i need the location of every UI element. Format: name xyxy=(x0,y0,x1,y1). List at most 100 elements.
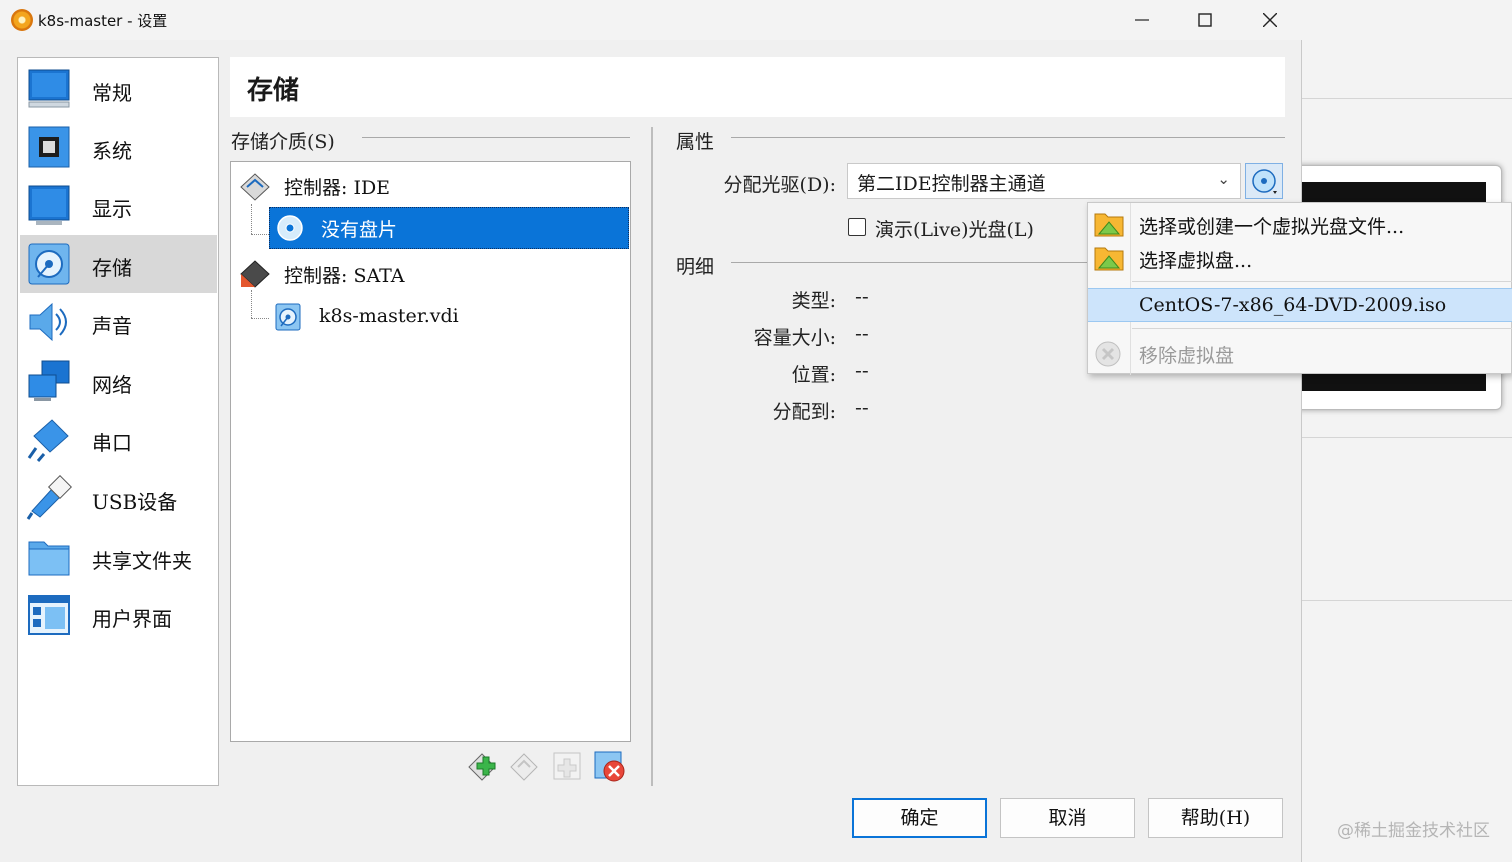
minimize-button[interactable] xyxy=(1110,0,1174,40)
section-separator xyxy=(731,137,1285,138)
ok-button[interactable]: 确定 xyxy=(852,798,987,838)
general-icon xyxy=(28,69,70,108)
window-title: k8s-master - 设置 xyxy=(38,12,168,30)
sidebar-item-usb[interactable]: USB设备 xyxy=(20,469,217,527)
tree-connector xyxy=(251,318,269,319)
menu-separator xyxy=(1132,328,1512,329)
help-button[interactable]: 帮助(H) xyxy=(1148,798,1283,838)
remove-disc-icon xyxy=(1095,341,1121,367)
sidebar-item-audio[interactable]: 声音 xyxy=(20,293,217,351)
attached-to-label: 分配到: xyxy=(772,401,836,423)
sidebar-item-label: 显示 xyxy=(92,197,132,221)
background-preview-screen xyxy=(1301,371,1486,391)
minimize-icon xyxy=(1135,19,1149,21)
background-window xyxy=(1300,0,1512,862)
usb-icon xyxy=(26,475,72,520)
sidebar-item-network[interactable]: 网络 xyxy=(20,352,217,410)
sidebar-item-label: 存储 xyxy=(92,256,132,280)
add-attachment-icon[interactable] xyxy=(550,749,584,783)
tree-item-vdi[interactable]: k8s-master.vdi xyxy=(319,305,459,327)
background-divider xyxy=(1300,600,1512,601)
tree-controller-ide[interactable]: 控制器: IDE xyxy=(284,173,390,200)
storage-media-label: 存储介质(S) xyxy=(231,131,335,153)
system-icon xyxy=(28,126,70,168)
cancel-button[interactable]: 取消 xyxy=(1000,798,1135,838)
background-divider xyxy=(1300,98,1512,99)
type-label: 类型: xyxy=(791,290,836,312)
folder-disc-icon xyxy=(1094,213,1124,237)
menu-item-label: CentOS-7-x86_64-DVD-2009.iso xyxy=(1139,294,1447,316)
disc-context-menu: 选择或创建一个虚拟光盘文件... 选择虚拟盘... CentOS-7-x86_6… xyxy=(1087,202,1512,375)
menu-item-label: 选择虚拟盘... xyxy=(1139,250,1253,272)
choose-disc-button[interactable] xyxy=(1245,163,1283,199)
remove-controller-icon[interactable] xyxy=(508,749,542,783)
serial-port-icon xyxy=(27,419,69,462)
section-separator xyxy=(362,137,630,138)
user-interface-icon xyxy=(28,595,70,635)
sidebar-item-label: 共享文件夹 xyxy=(92,549,192,573)
sidebar-item-serial-port[interactable]: 串口 xyxy=(20,410,217,468)
optical-drive-label: 分配光驱(D): xyxy=(723,174,836,196)
storage-tree[interactable]: 控制器: IDE 没有盘片 控制器: SATA k8s-master.vdi xyxy=(230,161,631,742)
optical-disc-icon xyxy=(1252,169,1277,194)
settings-sidebar: 常规 系统 显示 存储 声音 网络 串口 USB设备 共享文件夹 用户界面 xyxy=(17,57,219,786)
add-controller-icon[interactable] xyxy=(466,749,500,783)
sidebar-item-label: 声音 xyxy=(92,314,132,338)
tree-connector xyxy=(251,290,252,318)
title-bar: k8s-master - 设置 xyxy=(0,0,1302,40)
sidebar-item-label: 串口 xyxy=(92,431,132,455)
tree-item-label: 没有盘片 xyxy=(321,219,398,241)
ide-controller-icon xyxy=(240,173,270,201)
optical-drive-value: 第二IDE控制器主通道 xyxy=(857,173,1046,195)
tree-connector xyxy=(251,234,269,235)
live-cd-label: 演示(Live)光盘(L) xyxy=(875,219,1034,241)
sidebar-item-label: 常规 xyxy=(92,81,132,105)
sidebar-item-user-interface[interactable]: 用户界面 xyxy=(20,586,217,644)
attached-to-value: -- xyxy=(855,397,869,419)
information-label: 明细 xyxy=(676,256,715,278)
location-value: -- xyxy=(855,360,869,382)
sidebar-item-storage[interactable]: 存储 xyxy=(20,235,217,293)
sidebar-item-label: 网络 xyxy=(92,373,132,397)
menu-item-label: 选择或创建一个虚拟光盘文件... xyxy=(1139,216,1405,238)
settings-dialog: k8s-master - 设置 常规 系统 显示 存储 声音 网络 串口 USB… xyxy=(0,0,1302,862)
folder-disc-icon xyxy=(1094,247,1124,271)
hard-disk-icon xyxy=(275,303,301,331)
sidebar-item-label: 系统 xyxy=(92,139,132,163)
maximize-icon xyxy=(1198,13,1212,27)
sidebar-item-shared-folders[interactable]: 共享文件夹 xyxy=(20,528,217,586)
section-separator xyxy=(731,262,1088,263)
tree-item-empty-disc[interactable]: 没有盘片 xyxy=(269,207,629,249)
menu-separator xyxy=(1132,281,1512,282)
shared-folder-icon xyxy=(28,541,70,576)
menu-item-choose-disc[interactable]: 选择虚拟盘... xyxy=(1088,241,1512,275)
size-value: -- xyxy=(855,323,869,345)
menu-item-choose-create-disc[interactable]: 选择或创建一个虚拟光盘文件... xyxy=(1088,207,1512,241)
storage-icon xyxy=(28,243,70,285)
optical-drive-select[interactable]: 第二IDE控制器主通道 ⌄ xyxy=(847,163,1241,199)
chevron-down-icon: ⌄ xyxy=(1217,170,1230,188)
page-header: 存储 xyxy=(230,57,1285,117)
sidebar-item-system[interactable]: 系统 xyxy=(20,118,217,176)
menu-item-label: 移除虚拟盘 xyxy=(1139,345,1235,367)
sidebar-item-display[interactable]: 显示 xyxy=(20,176,217,234)
sata-controller-icon xyxy=(240,260,270,288)
attributes-label: 属性 xyxy=(676,131,715,153)
location-label: 位置: xyxy=(791,364,836,386)
maximize-button[interactable] xyxy=(1173,0,1237,40)
watermark: @稀土掘金技术社区 xyxy=(1337,821,1490,841)
type-value: -- xyxy=(855,286,869,308)
sidebar-item-label: USB设备 xyxy=(92,490,178,514)
remove-attachment-icon[interactable] xyxy=(592,749,626,783)
panel-splitter[interactable] xyxy=(651,127,653,786)
sidebar-item-general[interactable]: 常规 xyxy=(20,60,217,118)
tree-controller-sata[interactable]: 控制器: SATA xyxy=(284,261,405,288)
tree-connector xyxy=(251,204,252,234)
audio-icon xyxy=(29,302,67,342)
sidebar-item-label: 用户界面 xyxy=(92,607,172,631)
close-icon xyxy=(1263,13,1277,27)
close-button[interactable] xyxy=(1238,0,1302,40)
live-cd-checkbox[interactable] xyxy=(848,218,866,236)
menu-item-centos-iso[interactable]: CentOS-7-x86_64-DVD-2009.iso xyxy=(1088,288,1512,322)
menu-item-remove-disc[interactable]: 移除虚拟盘 xyxy=(1088,336,1512,370)
